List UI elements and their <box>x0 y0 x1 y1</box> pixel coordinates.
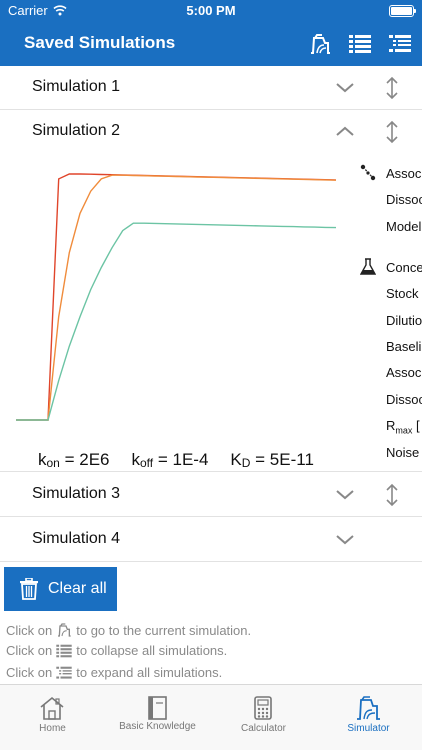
kd-number: = 5E-11 <box>250 450 314 469</box>
kd-symbol: K <box>230 450 242 469</box>
collapse-list-icon[interactable] <box>346 30 374 58</box>
expand-list-icon[interactable] <box>386 30 414 58</box>
simulation-2-details: kon = 2E6 koff = 1E-4 KD = 5E-11 Assoc D… <box>0 154 422 472</box>
param-dissociation: Dissoc <box>386 192 422 207</box>
rmax-symbol: R <box>386 418 396 433</box>
kon-symbol: k <box>38 450 47 469</box>
calculator-icon <box>254 696 272 720</box>
param-association: Assoc <box>386 166 422 181</box>
hint-current-simulation: Click on to go to the current simulation… <box>6 622 251 638</box>
hint-prefix: Click on <box>6 643 53 658</box>
simulation-icon <box>58 623 71 637</box>
hint-prefix: Click on <box>6 665 53 680</box>
hint-suffix: to expand all simulations. <box>76 665 223 680</box>
hint-collapse: Click on to collapse all simulations. <box>6 643 227 658</box>
param-noise: Noise <box>386 445 420 460</box>
koff-subscript: off <box>139 456 154 470</box>
status-bar: Carrier 5:00 PM <box>0 0 422 22</box>
param-model: Model <box>386 219 422 234</box>
tab-home[interactable]: Home <box>0 685 105 750</box>
sensorgram-chart <box>16 173 337 421</box>
koff-number: = 1E-4 <box>153 450 209 469</box>
param-dilution: Dilutio <box>386 313 422 328</box>
tab-label: Basic Knowledge <box>119 721 196 732</box>
koff-value: koff = 1E-4 <box>131 450 208 470</box>
trash-icon <box>20 578 38 600</box>
reorder-icon[interactable] <box>382 76 402 100</box>
simulation-row-2[interactable]: Simulation 2 <box>0 110 422 154</box>
series-line-1 <box>16 173 337 421</box>
kon-subscript: on <box>46 456 60 470</box>
param-concentration: Conce <box>386 260 422 275</box>
simulation-label: Simulation 2 <box>32 122 121 139</box>
hint-expand: Click on to expand all simulations. <box>6 665 222 680</box>
simulation-label: Simulation 4 <box>32 530 121 547</box>
kd-value: KD = 5E-11 <box>230 450 314 470</box>
tab-calculator[interactable]: Calculator <box>211 685 316 750</box>
expand-list-icon <box>56 666 72 679</box>
kinetic-constants: kon = 2E6 koff = 1E-4 KD = 5E-11 <box>38 450 314 470</box>
clear-all-label: Clear all <box>48 580 107 597</box>
simulation-row-3[interactable]: Simulation 3 <box>0 473 422 517</box>
param-stock: Stock <box>386 286 419 301</box>
param-baseline: Baseli <box>386 339 422 354</box>
rmax-tail: [ <box>412 418 420 433</box>
chevron-up-icon[interactable] <box>334 122 356 142</box>
battery-icon <box>389 5 416 17</box>
simulator-icon <box>357 696 380 720</box>
reorder-icon[interactable] <box>382 120 402 144</box>
tab-label: Simulator <box>347 723 390 734</box>
param-dissociation-time: Dissoc <box>386 392 422 407</box>
series-line-3 <box>16 222 337 421</box>
hint-prefix: Click on <box>6 622 53 638</box>
chevron-down-icon[interactable] <box>334 530 356 550</box>
molecule-icon <box>360 164 376 181</box>
reorder-icon[interactable] <box>382 483 402 507</box>
simulation-row-4[interactable]: Simulation 4 <box>0 518 422 562</box>
rmax-subscript: max <box>395 425 413 436</box>
kon-number: = 2E6 <box>59 450 110 469</box>
clock: 5:00 PM <box>186 3 236 18</box>
battery-fill <box>391 7 412 15</box>
flask-icon <box>360 258 376 275</box>
param-association-time: Assoc <box>386 365 422 380</box>
hint-suffix: to go to the current simulation. <box>76 622 252 638</box>
simulation-row-1[interactable]: Simulation 1 <box>0 66 422 110</box>
tab-basic-knowledge[interactable]: Basic Knowledge <box>105 685 210 750</box>
tab-label: Calculator <box>240 723 287 734</box>
nav-bar: Saved Simulations <box>0 22 422 66</box>
series-line-2 <box>16 174 337 421</box>
tab-bar: Home Basic Knowledge Calculator Simulato… <box>0 684 422 750</box>
tab-simulator[interactable]: Simulator <box>316 685 421 750</box>
simulation-icon[interactable] <box>306 30 334 58</box>
page-title: Saved Simulations <box>24 33 176 52</box>
hint-suffix: to collapse all simulations. <box>76 643 228 658</box>
kon-value: kon = 2E6 <box>38 450 109 470</box>
koff-symbol: k <box>131 450 140 469</box>
home-icon <box>40 696 64 720</box>
clear-all-button[interactable]: Clear all <box>4 567 117 611</box>
chevron-down-icon[interactable] <box>334 78 356 98</box>
tab-label: Home <box>39 723 66 734</box>
collapse-list-icon <box>56 644 72 657</box>
param-rmax: Rmax [ <box>386 418 420 436</box>
book-icon <box>148 696 167 720</box>
simulation-label: Simulation 3 <box>32 485 121 502</box>
chevron-down-icon[interactable] <box>334 485 356 505</box>
simulation-label: Simulation 1 <box>32 78 121 95</box>
